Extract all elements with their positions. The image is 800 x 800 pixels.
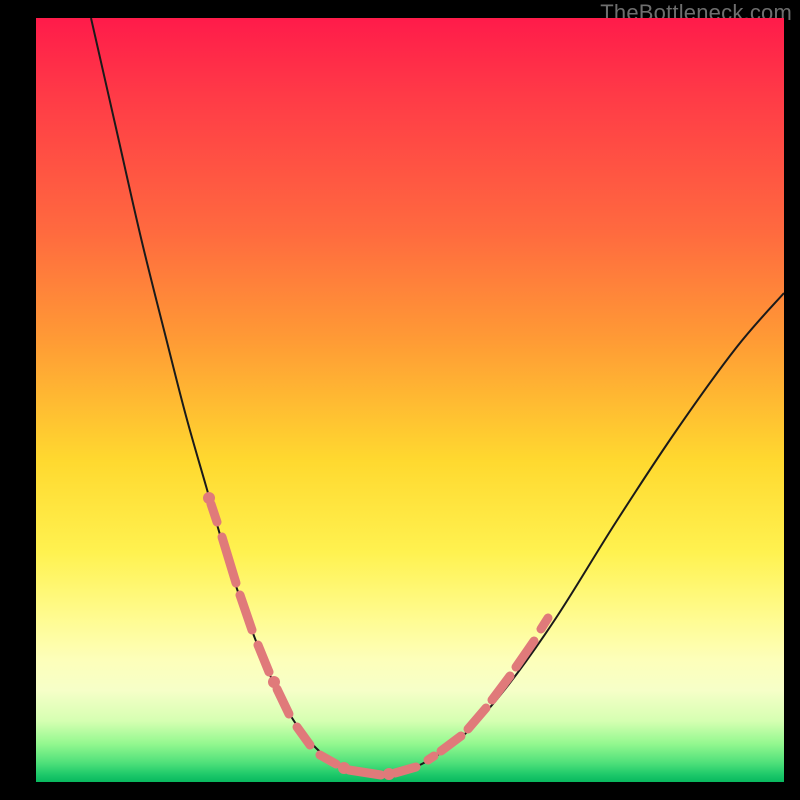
marker-dot	[383, 768, 395, 780]
bottleneck-curve	[91, 18, 784, 775]
marker-dot	[338, 762, 350, 774]
marker-dash	[428, 756, 434, 760]
marker-dot	[268, 676, 280, 688]
curve-overlay	[36, 18, 784, 782]
marker-dash	[395, 767, 416, 773]
marker-dash	[441, 736, 461, 751]
marker-dashes	[211, 504, 548, 775]
marker-dash	[468, 708, 486, 729]
marker-dash	[297, 727, 310, 745]
marker-dash	[240, 595, 252, 630]
marker-dash	[541, 618, 548, 629]
marker-dash	[277, 689, 289, 714]
marker-dash	[320, 755, 336, 764]
marker-dash	[211, 504, 217, 522]
plot-area	[36, 18, 784, 782]
marker-dash	[492, 676, 510, 700]
chart-stage: TheBottleneck.com	[0, 0, 800, 800]
marker-dash	[349, 770, 381, 775]
marker-dash	[222, 537, 236, 583]
marker-dot	[203, 492, 215, 504]
marker-dash	[258, 645, 269, 672]
